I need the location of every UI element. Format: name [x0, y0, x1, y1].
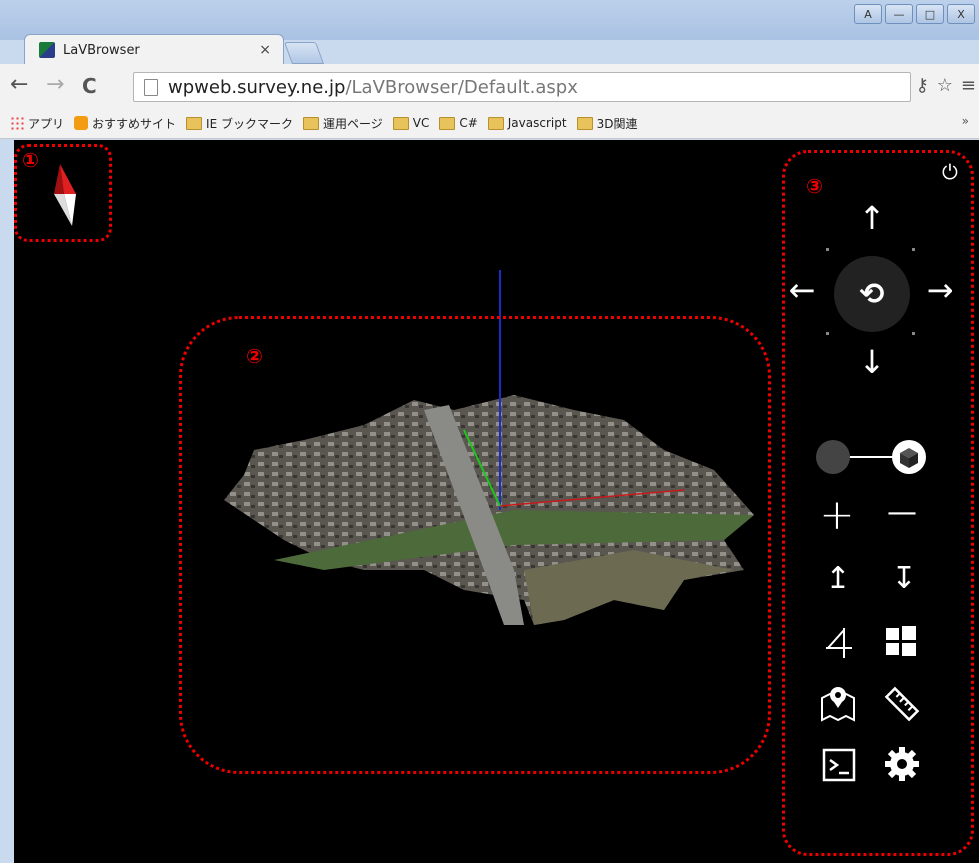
bookmark-label: Javascript [507, 116, 567, 130]
folder-icon [487, 116, 504, 130]
minimize-button[interactable]: — [885, 4, 913, 24]
pan-down-button[interactable]: ↓ [854, 346, 890, 378]
bookmark-label: 運用ページ [322, 116, 383, 131]
dpad-dot [912, 248, 915, 251]
bookmark-apps[interactable]: アプリ [10, 115, 64, 132]
zoom-in-button[interactable]: + [817, 494, 857, 536]
folder-icon [576, 116, 593, 130]
bookmark-ie[interactable]: IE ブックマーク [186, 115, 293, 132]
ruler-icon[interactable] [884, 686, 920, 722]
annotation-number-3: ③ [806, 174, 823, 198]
tab-title: LaVBrowser [63, 42, 140, 58]
url-text: wpweb.survey.ne.jp/LaVBrowser/Default.as… [168, 77, 578, 98]
bookmark-label: アプリ [28, 116, 65, 131]
annotation-number-1: ① [22, 148, 39, 172]
bookmarks-overflow-button[interactable]: » [962, 114, 969, 128]
folder-icon [302, 116, 319, 130]
close-window-button[interactable]: X [947, 4, 975, 24]
url-path: /LaVBrowser/Default.aspx [345, 76, 578, 98]
user-button[interactable]: A [854, 4, 882, 24]
window-controls: A — □ X [854, 4, 975, 24]
key-icon[interactable]: ⚷ [916, 75, 929, 96]
rotate-button[interactable]: ⟲ [834, 256, 910, 332]
rotate-icon: ⟲ [859, 276, 885, 312]
omnibox-actions: ⚷ ☆ ≡ [916, 75, 976, 96]
maximize-button[interactable]: □ [916, 4, 944, 24]
page-icon [144, 78, 158, 96]
dpad-dot [912, 332, 915, 335]
bookmark-label: C# [459, 116, 478, 130]
annotation-model-box [179, 316, 771, 774]
bookmarks-bar: アプリ おすすめサイト IE ブックマーク 運用ページ VC C# Javasc… [0, 108, 979, 139]
settings-gear-icon[interactable] [884, 746, 920, 782]
back-button[interactable]: ← [10, 72, 28, 97]
tab-lavbrowser[interactable]: LaVBrowser × [24, 34, 284, 65]
bookmark-recommended[interactable]: おすすめサイト [74, 115, 176, 132]
raise-button[interactable]: ↥ [820, 564, 856, 594]
address-bar[interactable]: wpweb.survey.ne.jp/LaVBrowser/Default.as… [133, 72, 976, 102]
folder-icon [439, 116, 456, 130]
bookmark-csharp[interactable]: C# [439, 116, 478, 130]
power-button[interactable]: ⏻ [942, 162, 958, 182]
bookmark-operations[interactable]: 運用ページ [302, 115, 383, 132]
url-host: wpweb.survey.ne.jp [168, 76, 346, 98]
lavbrowser-favicon-icon [39, 42, 55, 58]
view-mode-toggle[interactable] [816, 440, 926, 476]
bookmark-vc[interactable]: VC [392, 116, 430, 130]
bookmark-3d[interactable]: 3D関連 [576, 115, 638, 132]
bookmark-label: VC [412, 116, 430, 130]
folder-icon [186, 116, 203, 130]
browser-toolbar: ← → C wpweb.survey.ne.jp/LaVBrowser/Defa… [0, 64, 979, 108]
forward-button[interactable]: → [46, 72, 64, 97]
lower-button[interactable]: ↧ [886, 564, 922, 594]
bookmark-star-icon[interactable]: ☆ [937, 75, 953, 96]
zoom-out-button[interactable]: — [882, 498, 922, 528]
recommended-sites-icon [74, 116, 89, 130]
folder-icon [392, 116, 409, 130]
pan-left-button[interactable]: ← [784, 274, 820, 306]
pan-up-button[interactable]: ↑ [854, 202, 890, 234]
apps-grid-icon [10, 116, 24, 130]
tab-close-icon[interactable]: × [259, 42, 271, 58]
console-icon[interactable] [822, 748, 856, 782]
map-pin-icon[interactable] [820, 686, 856, 722]
new-tab-button[interactable] [283, 42, 325, 64]
bookmark-label: 3D関連 [596, 116, 638, 131]
bookmark-javascript[interactable]: Javascript [487, 116, 567, 130]
compass-icon[interactable] [50, 164, 80, 226]
windows-tiles-icon[interactable] [886, 626, 916, 656]
annotation-number-2: ② [246, 344, 263, 368]
3d-viewport[interactable]: ① ② ③ ⏻ ↑ ← → ↓ ⟲ + — ↥ ↧ [14, 140, 979, 863]
bookmark-label: IE ブックマーク [206, 116, 293, 131]
grid-2d-icon [816, 440, 850, 474]
dpad-dot [826, 248, 829, 251]
pan-right-button[interactable]: → [922, 274, 958, 306]
dpad-dot [826, 332, 829, 335]
measure-height-icon[interactable] [822, 626, 856, 660]
bookmark-label: おすすめサイト [92, 116, 177, 131]
reload-button[interactable]: C [82, 74, 97, 98]
menu-icon[interactable]: ≡ [961, 75, 976, 96]
cube-3d-icon [892, 440, 926, 474]
browser-window: A — □ X LaVBrowser × ← → C wpweb.survey.… [0, 0, 979, 863]
